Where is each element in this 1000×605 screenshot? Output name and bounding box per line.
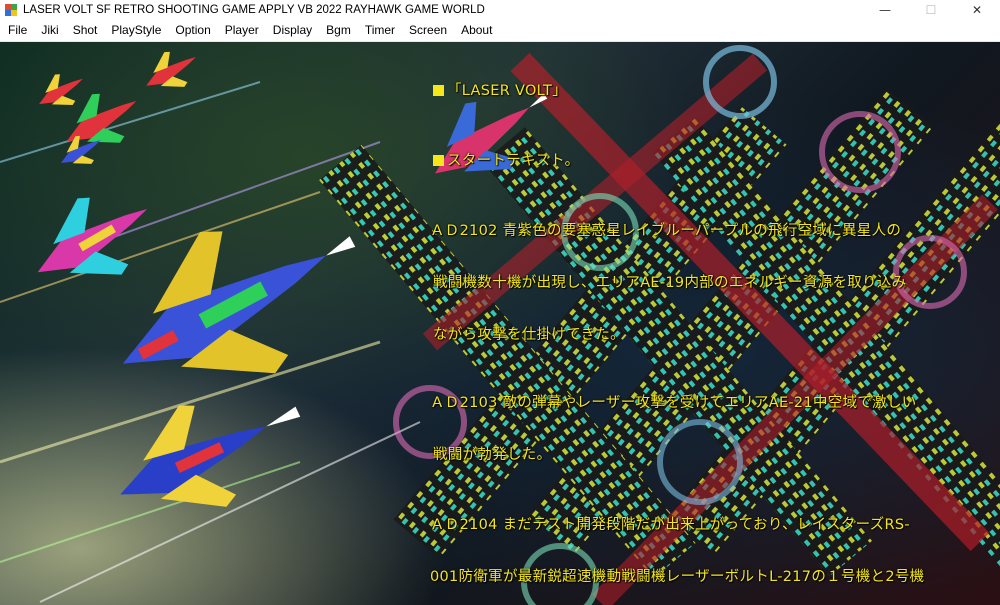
maximize-icon[interactable]: ☐ [908,0,954,20]
story-line: ながら攻撃を仕掛けてきた。 [433,327,625,343]
story-start-label: スタートテキスト。 [433,149,579,170]
story-line: ＡＤ2104 まだテスト開発段階だが出来上がっており、レイスターズRS- [430,517,910,533]
story-line: 戦闘が勃発した。 [433,447,552,463]
menu-playstyle[interactable]: PlayStyle [104,20,168,41]
story-text-overlay: 「LASER VOLT」 スタートテキスト。 ＡＤ2102 青紫色の要塞惑星レイ… [0,42,1000,605]
menu-shot[interactable]: Shot [66,20,105,41]
app-window: LASER VOLT SF RETRO SHOOTING GAME APPLY … [0,0,1000,605]
menu-file[interactable]: File [0,20,34,41]
game-canvas[interactable]: 「LASER VOLT」 スタートテキスト。 ＡＤ2102 青紫色の要塞惑星レイ… [0,42,1000,605]
app-icon [5,4,17,16]
menu-about[interactable]: About [454,20,499,41]
menu-bgm[interactable]: Bgm [319,20,358,41]
close-icon[interactable]: ✕ [954,0,1000,20]
bullet-square-icon [433,155,444,166]
menu-jiki[interactable]: Jiki [34,20,65,41]
window-title: LASER VOLT SF RETRO SHOOTING GAME APPLY … [23,4,485,16]
story-line: 001防衛軍が最新鋭超速機動戦闘機レーザーボルトL-217の１号機と2号機 [430,569,925,585]
window-controls: — ☐ ✕ [862,0,1000,20]
minimize-icon[interactable]: — [862,0,908,20]
story-line: ＡＤ2103 敵の弾幕やレーザー攻撃を受けてエリアAE-21中空域で激しい [430,395,917,411]
story-line: ＡＤ2102 青紫色の要塞惑星レイブルーパープルの飛行空域に異星人の [430,223,902,239]
menu-display[interactable]: Display [266,20,319,41]
story-heading: 「LASER VOLT」 [433,79,567,100]
menu-option[interactable]: Option [168,20,217,41]
title-bar[interactable]: LASER VOLT SF RETRO SHOOTING GAME APPLY … [0,0,1000,20]
story-line: 戦闘機数十機が出現し、エリアAE-19内部のエネルギー資源を取り込み [433,275,907,291]
menu-player[interactable]: Player [218,20,266,41]
menu-bar: File Jiki Shot PlayStyle Option Player D… [0,20,1000,42]
menu-timer[interactable]: Timer [358,20,402,41]
bullet-square-icon [433,85,444,96]
menu-screen[interactable]: Screen [402,20,454,41]
